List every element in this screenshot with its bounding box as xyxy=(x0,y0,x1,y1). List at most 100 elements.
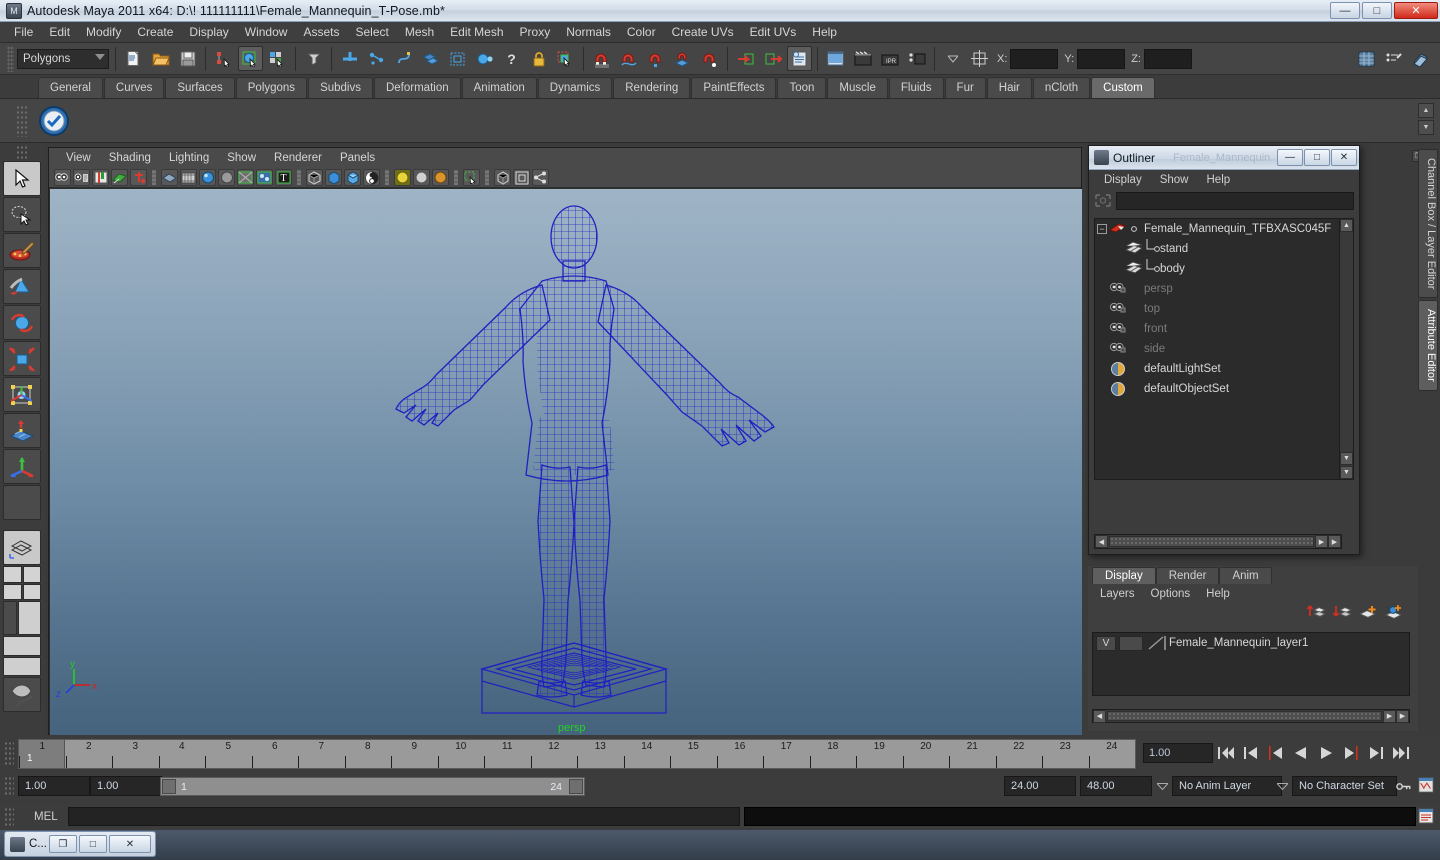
window-maximize-button[interactable]: □ xyxy=(1362,2,1392,19)
tool-settings-icon[interactable] xyxy=(1381,46,1406,71)
rotate-tool[interactable] xyxy=(3,305,41,340)
outliner-search-input[interactable] xyxy=(1116,192,1354,210)
viewport-menu-renderer[interactable]: Renderer xyxy=(265,151,331,165)
outliner-row-persp[interactable]: persp xyxy=(1095,279,1341,299)
show-manipulator-icon[interactable] xyxy=(967,46,992,71)
grid-icon[interactable] xyxy=(306,169,323,186)
menu-item-edit-mesh[interactable]: Edit Mesh xyxy=(442,23,511,41)
new-layer-icon[interactable] xyxy=(1358,604,1378,623)
range-slider[interactable]: 1 24 xyxy=(160,777,585,796)
playback-end-field[interactable]: 48.00 xyxy=(1080,776,1152,796)
y-coordinate-field[interactable] xyxy=(1077,48,1126,69)
shelf-tab-ncloth[interactable]: nCloth xyxy=(1032,77,1091,98)
outliner-menu-help[interactable]: Help xyxy=(1198,173,1240,187)
command-language-label[interactable]: MEL xyxy=(34,811,58,823)
lock-icon[interactable] xyxy=(526,46,551,71)
select-camera-icon[interactable] xyxy=(54,169,71,186)
menu-item-normals[interactable]: Normals xyxy=(558,23,619,41)
selection-mode-dropdown[interactable]: Polygons xyxy=(17,48,109,69)
range-start-handle[interactable] xyxy=(162,779,176,794)
layer-editor-horizontal-scrollbar[interactable]: ◀ ▶ ▶ xyxy=(1092,709,1410,723)
input-connections-toggle-icon[interactable] xyxy=(733,46,758,71)
lights-icon[interactable] xyxy=(256,169,273,186)
scroll-right-button[interactable]: ▶ xyxy=(1315,535,1328,548)
text-icon[interactable]: T xyxy=(275,169,292,186)
scroll-down-button-2[interactable]: ▼ xyxy=(1340,466,1353,479)
scroll-thumb[interactable] xyxy=(1107,711,1382,721)
render-settings-icon[interactable] xyxy=(904,46,929,71)
chevron-down-icon[interactable] xyxy=(940,46,965,71)
outliner-maximize-button[interactable]: □ xyxy=(1304,149,1330,166)
single-perspective-layout-icon[interactable] xyxy=(3,530,41,565)
search-icon[interactable] xyxy=(1094,192,1112,210)
paint-select-tool[interactable] xyxy=(3,233,41,268)
menu-item-assets[interactable]: Assets xyxy=(295,23,347,41)
select-mask-icon[interactable] xyxy=(301,46,326,71)
step-forward-frame-button[interactable] xyxy=(1341,742,1361,764)
move-tool[interactable] xyxy=(3,269,41,304)
statusbar-grip[interactable] xyxy=(7,45,14,72)
two-sided-lighting-icon[interactable] xyxy=(325,169,342,186)
shelf-tab-dynamics[interactable]: Dynamics xyxy=(537,77,613,98)
menu-item-modify[interactable]: Modify xyxy=(78,23,129,41)
last-tool-used[interactable] xyxy=(3,485,41,520)
shelf-grip[interactable] xyxy=(16,105,28,137)
perspective-viewport[interactable]: y x z persp xyxy=(50,189,1082,735)
shelf-tab-polygons[interactable]: Polygons xyxy=(235,77,308,98)
outliner-tree[interactable]: − Female_Mannequin_TFBXASC045F stand body pe… xyxy=(1094,218,1342,480)
render-current-frame-icon[interactable] xyxy=(823,46,848,71)
go-to-start-button[interactable] xyxy=(1216,742,1236,764)
tab-attribute-editor[interactable]: Attribute Editor xyxy=(1418,300,1438,392)
snap-magnet-grid-icon[interactable] xyxy=(589,46,614,71)
menu-item-select[interactable]: Select xyxy=(347,23,396,41)
menu-item-edit[interactable]: Edit xyxy=(41,23,78,41)
keyframe-icon[interactable] xyxy=(130,169,147,186)
toolbox-grip[interactable] xyxy=(16,145,28,159)
construction-history-icon[interactable] xyxy=(787,46,812,71)
viewport-menu-view[interactable]: View xyxy=(57,151,100,165)
snap-grid-icon[interactable] xyxy=(337,46,362,71)
help-icon[interactable]: ? xyxy=(499,46,524,71)
attribute-editor-icon[interactable] xyxy=(1408,46,1433,71)
camera-attributes-icon[interactable] xyxy=(73,169,90,186)
viewport-menu-show[interactable]: Show xyxy=(218,151,265,165)
share-icon[interactable] xyxy=(532,169,549,186)
bookmark-icon[interactable] xyxy=(92,169,109,186)
film-gate-icon[interactable] xyxy=(180,169,197,186)
hud-icon[interactable] xyxy=(494,169,511,186)
menu-item-create[interactable]: Create xyxy=(129,23,181,41)
layer-color-swatch[interactable] xyxy=(1147,635,1167,651)
range-slider-grip[interactable] xyxy=(4,776,14,796)
window-minimize-button[interactable]: — xyxy=(1330,2,1360,19)
select-by-object-icon[interactable] xyxy=(238,46,263,71)
shelf-tab-hair[interactable]: Hair xyxy=(986,77,1032,98)
shelf-tab-surfaces[interactable]: Surfaces xyxy=(165,77,235,98)
outliner-row-stand[interactable]: stand xyxy=(1095,239,1341,259)
play-forwards-button[interactable] xyxy=(1316,742,1336,764)
select-by-hierarchy-icon[interactable] xyxy=(211,46,236,71)
viewport-menu-shading[interactable]: Shading xyxy=(100,151,160,165)
select-by-component-icon[interactable] xyxy=(265,46,290,71)
current-time-field[interactable]: 1.00 xyxy=(1143,743,1213,763)
outliner-row-female-mannequin-tfbxasc045f[interactable]: − Female_Mannequin_TFBXASC045F xyxy=(1095,219,1341,239)
shelf-tab-custom[interactable]: Custom xyxy=(1091,77,1155,98)
texture-icon[interactable] xyxy=(237,169,254,186)
shelf-tab-fur[interactable]: Fur xyxy=(944,77,986,98)
outliner-menu-show[interactable]: Show xyxy=(1151,173,1198,187)
move-layer-down-icon[interactable] xyxy=(1332,604,1353,623)
outliner-menu-display[interactable]: Display xyxy=(1095,173,1151,187)
select-tool[interactable] xyxy=(3,161,41,196)
ipr-render-icon[interactable] xyxy=(850,46,875,71)
snap-magnet-point-icon[interactable] xyxy=(643,46,668,71)
tab-channel-box-layer-editor[interactable]: Channel Box / Layer Editor xyxy=(1418,149,1438,299)
step-back-frame-button[interactable] xyxy=(1266,742,1286,764)
shelf-scroll-up-button[interactable]: ▲ xyxy=(1418,103,1434,118)
hypershade-persp-layout-icon[interactable] xyxy=(3,677,41,712)
layer-editor-tab-render[interactable]: Render xyxy=(1155,567,1220,584)
anim-layer-field[interactable]: No Anim Layer xyxy=(1172,776,1282,796)
lasso-select-tool[interactable] xyxy=(3,197,41,232)
new-scene-icon[interactable] xyxy=(121,46,146,71)
light-orange-icon[interactable] xyxy=(432,169,449,186)
shelf-tab-curves[interactable]: Curves xyxy=(103,77,165,98)
shelf-tab-animation[interactable]: Animation xyxy=(461,77,537,98)
